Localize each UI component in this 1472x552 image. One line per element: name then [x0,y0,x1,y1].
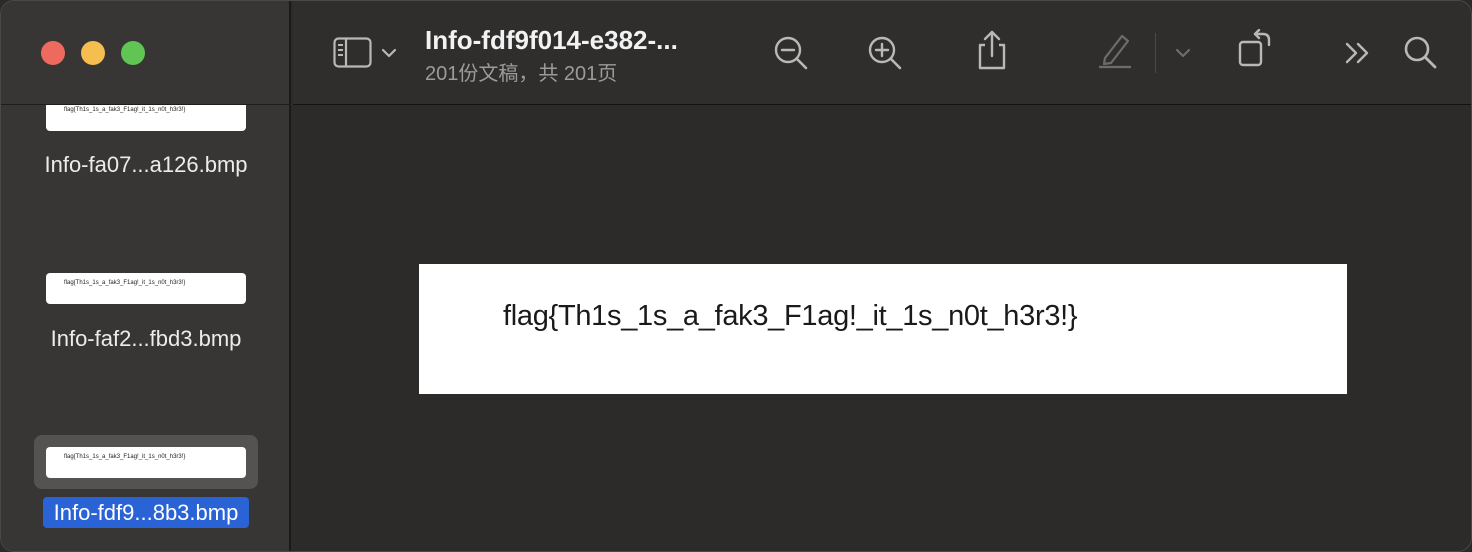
document-subtitle: 201份文稿，共 201页 [425,63,618,85]
thumbnail-label-text: Info-fdf9...8b3.bmp [42,497,250,528]
sidebar-icon[interactable] [333,37,373,69]
thumbnail-label-text: Info-faf2...fbd3.bmp [50,326,242,351]
thumbnail-label[interactable]: Info-fdf9...8b3.bmp [1,497,291,528]
share-icon[interactable] [975,29,1009,71]
toolbar: Info-fdf9f014-e382-... 201份文稿，共 201页 [293,1,1471,105]
thumbnail-text: flag{Th1s_1s_a_fak3_F1ag!_it_1s_n0t_h3r3… [64,454,186,460]
minimize-button[interactable] [81,41,105,65]
more-icon[interactable] [1343,41,1373,65]
thumbnail-list[interactable]: flag{Th1s_1s_a_fak3_F1ag!_it_1s_n0t_h3r3… [1,105,291,551]
markup-pen-icon[interactable] [1097,31,1133,69]
window-controls [41,41,145,65]
thumbnail-image[interactable]: flag{Th1s_1s_a_fak3_F1ag!_it_1s_n0t_h3r3… [46,273,246,304]
thumbnail-text: flag{Th1s_1s_a_fak3_F1ag!_it_1s_n0t_h3r3… [64,280,186,286]
zoom-out-icon[interactable] [773,35,809,71]
thumbnail-label[interactable]: Info-faf2...fbd3.bmp [1,326,291,352]
thumbnail-text: flag{Th1s_1s_a_fak3_F1ag!_it_1s_n0t_h3r3… [64,107,186,113]
thumbnail-label[interactable]: Info-fa07...a126.bmp [1,152,291,178]
chevron-down-icon[interactable] [381,47,397,59]
chevron-down-icon[interactable] [1175,47,1191,59]
document-text: flag{Th1s_1s_a_fak3_F1ag!_it_1s_n0t_h3r3… [503,300,1078,332]
close-button[interactable] [41,41,65,65]
document-view[interactable]: flag{Th1s_1s_a_fak3_F1ag!_it_1s_n0t_h3r3… [293,105,1471,551]
document-page[interactable]: flag{Th1s_1s_a_fak3_F1ag!_it_1s_n0t_h3r3… [419,264,1347,394]
document-title: Info-fdf9f014-e382-... [425,25,678,55]
zoom-button[interactable] [121,41,145,65]
thumbnail-image[interactable]: flag{Th1s_1s_a_fak3_F1ag!_it_1s_n0t_h3r3… [46,105,246,131]
rotate-icon[interactable] [1237,29,1275,69]
toolbar-separator [1155,33,1156,73]
thumbnail-label-text: Info-fa07...a126.bmp [44,152,248,177]
thumbnail-image[interactable]: flag{Th1s_1s_a_fak3_F1ag!_it_1s_n0t_h3r3… [46,447,246,478]
zoom-in-icon[interactable] [867,35,903,71]
search-icon[interactable] [1403,35,1439,71]
sidebar: flag{Th1s_1s_a_fak3_F1ag!_it_1s_n0t_h3r3… [1,1,291,551]
preview-window: flag{Th1s_1s_a_fak3_F1ag!_it_1s_n0t_h3r3… [0,0,1472,552]
